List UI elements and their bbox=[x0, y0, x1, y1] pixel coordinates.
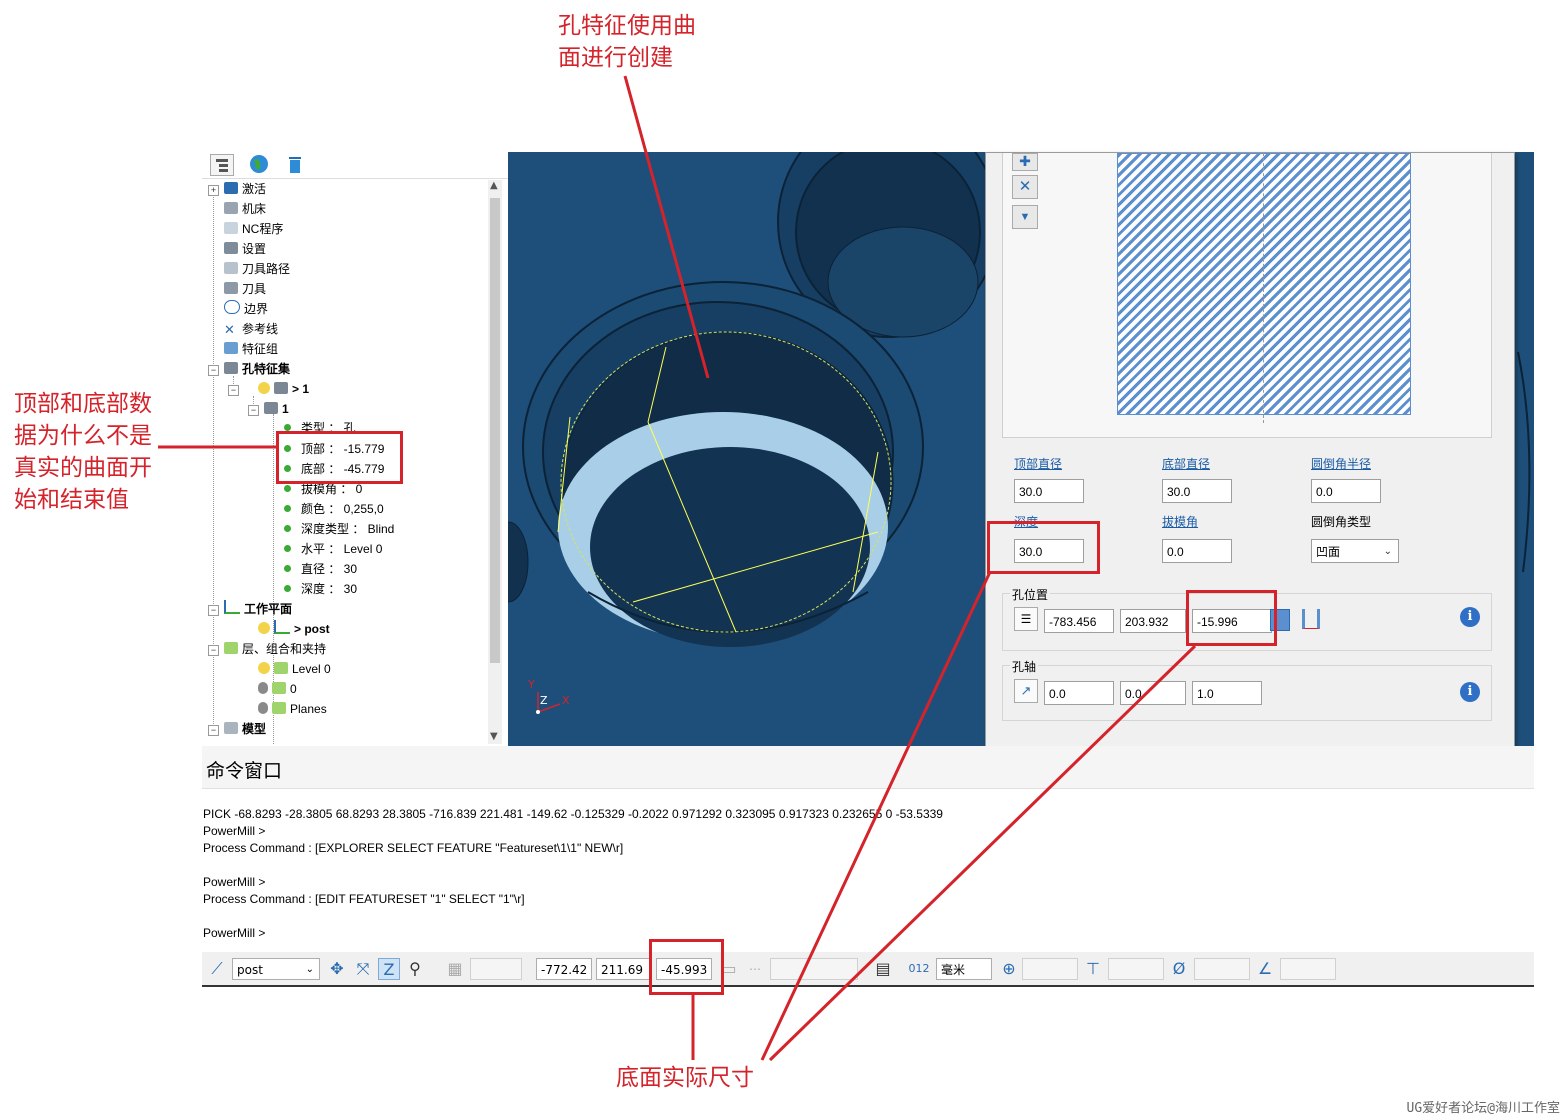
highlight-depth-field bbox=[987, 521, 1100, 574]
highlight-position-z bbox=[1186, 590, 1277, 646]
annotation-bottom: 底面实际尺寸 bbox=[616, 1065, 754, 1091]
annotation-arrows bbox=[158, 75, 1197, 1062]
forum-watermark: UG爱好者论坛@海川工作室 bbox=[1406, 1101, 1560, 1116]
highlight-cursor-z bbox=[649, 939, 724, 995]
highlight-top-bottom-values bbox=[276, 431, 403, 484]
